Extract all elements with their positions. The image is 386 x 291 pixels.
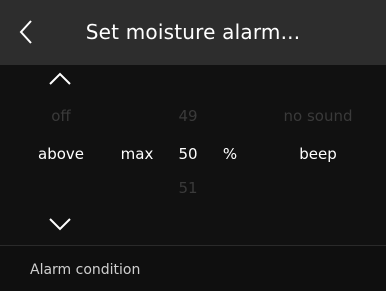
limit-selected[interactable]: max bbox=[120, 145, 154, 163]
value-option-49[interactable]: 49 bbox=[174, 107, 202, 125]
footer-label: Alarm condition bbox=[30, 262, 141, 278]
condition-selected[interactable]: above bbox=[37, 145, 85, 163]
chevron-down-icon bbox=[49, 218, 71, 231]
scroll-up-button[interactable] bbox=[45, 67, 75, 91]
moisture-alarm-screen: Set moisture alarm... off above max 49 5… bbox=[0, 0, 386, 291]
sound-option-no-sound[interactable]: no sound bbox=[276, 107, 360, 125]
footer-bar: Alarm condition bbox=[0, 246, 386, 291]
chevron-left-icon bbox=[19, 20, 32, 44]
value-option-51[interactable]: 51 bbox=[174, 179, 202, 197]
chevron-up-icon bbox=[49, 72, 71, 85]
alarm-picker[interactable]: off above max 49 50 51 % no sound beep bbox=[0, 65, 386, 245]
back-button[interactable] bbox=[6, 10, 46, 54]
header-bar: Set moisture alarm... bbox=[0, 0, 386, 65]
value-selected[interactable]: 50 bbox=[174, 145, 202, 163]
sound-selected[interactable]: beep bbox=[290, 145, 346, 163]
scroll-down-button[interactable] bbox=[45, 212, 75, 236]
page-title: Set moisture alarm... bbox=[85, 20, 301, 44]
condition-option-off[interactable]: off bbox=[44, 107, 78, 125]
unit-label: % bbox=[222, 145, 238, 163]
